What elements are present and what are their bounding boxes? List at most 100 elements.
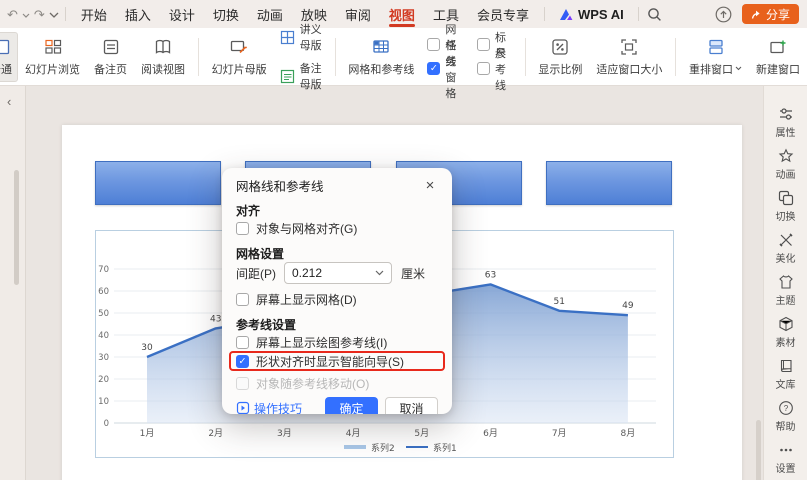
svg-text:51: 51 — [553, 297, 564, 307]
svg-text:1月: 1月 — [140, 428, 155, 439]
svg-text:4月: 4月 — [346, 428, 361, 439]
arrange-windows-icon — [706, 37, 726, 57]
cancel-button[interactable]: 取消 — [385, 397, 438, 414]
canvas-scrollbar[interactable] — [756, 420, 761, 480]
sidebar-item-properties[interactable]: 属性 — [776, 106, 796, 139]
gridlines-checkbox[interactable] — [427, 38, 440, 51]
tips-link[interactable]: 操作技巧 — [236, 400, 302, 415]
menu-tab-1[interactable]: 插入 — [116, 0, 160, 28]
search-icon[interactable] — [647, 7, 662, 22]
guides-checkbox[interactable] — [477, 62, 490, 75]
ellipsis-icon — [778, 442, 794, 458]
sliders-icon — [778, 106, 794, 122]
svg-text:40: 40 — [98, 331, 109, 341]
notes-page-icon — [101, 37, 121, 57]
show-grid-row[interactable]: 屏幕上显示网格(D) — [236, 291, 438, 307]
notes-master-button[interactable]: 备注母版 — [280, 60, 323, 92]
grid-settings-heading: 网格设置 — [236, 245, 438, 259]
sidebar-item-transition[interactable]: 切换 — [776, 190, 796, 223]
cloud-upload-icon[interactable] — [715, 6, 732, 23]
view-notes-page-button[interactable]: 备注页 — [87, 37, 134, 77]
redo-icon[interactable]: ↷ — [34, 8, 45, 21]
spacing-select[interactable]: 0.212 — [284, 262, 392, 284]
divider — [525, 38, 526, 76]
close-icon[interactable] — [422, 178, 438, 193]
cube-icon — [778, 316, 794, 332]
smart-guides-checkbox[interactable] — [236, 355, 249, 368]
collapse-panel-icon[interactable]: ‹ — [7, 94, 11, 109]
ruler-checkbox[interactable] — [477, 38, 490, 51]
menu-tab-2[interactable]: 设计 — [160, 0, 204, 28]
grid-guides-icon — [371, 37, 391, 57]
svg-text:63: 63 — [485, 270, 496, 280]
overlap-squares-icon — [778, 190, 794, 206]
undo-icon[interactable]: ↶ — [7, 8, 18, 21]
task-pane-checkbox[interactable] — [427, 62, 440, 75]
ok-button[interactable]: 确定 — [325, 397, 378, 414]
slide-master-button[interactable]: 幻灯片母版 — [205, 37, 274, 77]
divider — [335, 38, 336, 76]
checkbox-guides[interactable]: 参考线 — [477, 60, 513, 78]
sidebar-item-help[interactable]: ? 帮助 — [776, 400, 796, 433]
ribbon-toolbar: 普通 幻灯片浏览 备注页 阅读视图 幻灯片母版 讲义母版 — [0, 28, 807, 86]
fit-window-button[interactable]: 适应窗口大小 — [589, 37, 669, 77]
wps-ai-button[interactable]: WPS AI — [551, 7, 632, 22]
slide-master-icon — [229, 37, 249, 57]
smart-guides-row-highlighted[interactable]: 形状对齐时显示智能向导(S) — [229, 351, 445, 371]
reading-view-icon — [153, 37, 173, 57]
svg-text:60: 60 — [98, 287, 109, 297]
snap-to-grid-row[interactable]: 对象与网格对齐(G) — [236, 220, 438, 236]
divider — [544, 7, 545, 21]
view-reading-button[interactable]: 阅读视图 — [134, 37, 192, 77]
new-window-button[interactable]: 新建窗口 — [749, 37, 807, 77]
zoom-ratio-button[interactable]: 显示比例 — [531, 37, 589, 77]
menu-tab-6[interactable]: 审阅 — [336, 0, 380, 28]
sidebar-item-library[interactable]: 文库 — [776, 358, 796, 391]
svg-text:6月: 6月 — [483, 428, 498, 439]
menu-tab-0[interactable]: 开始 — [72, 0, 116, 28]
svg-text:30: 30 — [98, 353, 109, 363]
chevron-down-icon — [375, 270, 384, 276]
show-drawing-guides-checkbox[interactable] — [236, 336, 249, 349]
slide-shape-rectangle-4[interactable] — [546, 161, 672, 205]
view-slide-sorter-button[interactable]: 幻灯片浏览 — [18, 37, 87, 77]
checkbox-task-pane[interactable]: 任务窗格 — [427, 60, 463, 78]
wps-ai-logo-icon — [559, 8, 573, 21]
svg-text:43: 43 — [210, 314, 221, 324]
menu-tab-7[interactable]: 视图 — [380, 0, 424, 28]
sidebar-item-beautify[interactable]: 美化 — [776, 232, 796, 265]
grid-and-guides-button[interactable]: 网格和参考线 — [341, 37, 421, 77]
magic-tools-icon — [778, 232, 794, 248]
toolbar-options-icon[interactable] — [49, 12, 59, 18]
normal-view-icon — [0, 37, 11, 57]
view-normal-button[interactable]: 普通 — [0, 32, 18, 82]
guides-settings-heading: 参考线设置 — [236, 316, 438, 330]
tshirt-icon — [778, 274, 794, 290]
svg-text:3月: 3月 — [277, 428, 292, 439]
svg-text:50: 50 — [98, 309, 109, 319]
handout-master-button[interactable]: 讲义母版 — [280, 21, 323, 53]
show-drawing-guides-row[interactable]: 屏幕上显示绘图参考线(I) — [236, 334, 438, 350]
gridlines-guides-dialog: 网格线和参考线 对齐 对象与网格对齐(G) 网格设置 间距(P) 0.212 厘… — [222, 168, 452, 414]
svg-text:49: 49 — [622, 301, 634, 311]
left-scrollbar[interactable] — [14, 170, 19, 285]
divider — [638, 7, 639, 21]
sidebar-item-assets[interactable]: 素材 — [776, 316, 796, 349]
sidebar-item-theme[interactable]: 主题 — [776, 274, 796, 307]
share-button[interactable]: 分享 — [742, 4, 799, 24]
arrange-windows-button[interactable]: 重排窗口 — [682, 37, 749, 77]
fit-window-icon — [619, 37, 639, 57]
sidebar-item-settings[interactable]: 设置 — [776, 442, 796, 475]
book-icon — [778, 358, 794, 374]
menu-tab-3[interactable]: 切换 — [204, 0, 248, 28]
quick-access-toolbar: ↶ ↷ — [0, 8, 59, 21]
svg-text:70: 70 — [98, 265, 109, 275]
tips-icon — [236, 401, 250, 414]
sidebar-item-animation[interactable]: 动画 — [776, 148, 796, 181]
objects-follow-guides-checkbox — [236, 377, 249, 390]
undo-dropdown-icon[interactable] — [22, 13, 30, 18]
snap-to-grid-checkbox[interactable] — [236, 222, 249, 235]
show-grid-checkbox[interactable] — [236, 293, 249, 306]
menu-tab-9[interactable]: 会员专享 — [468, 0, 538, 28]
slide-shape-rectangle-1[interactable] — [95, 161, 221, 205]
